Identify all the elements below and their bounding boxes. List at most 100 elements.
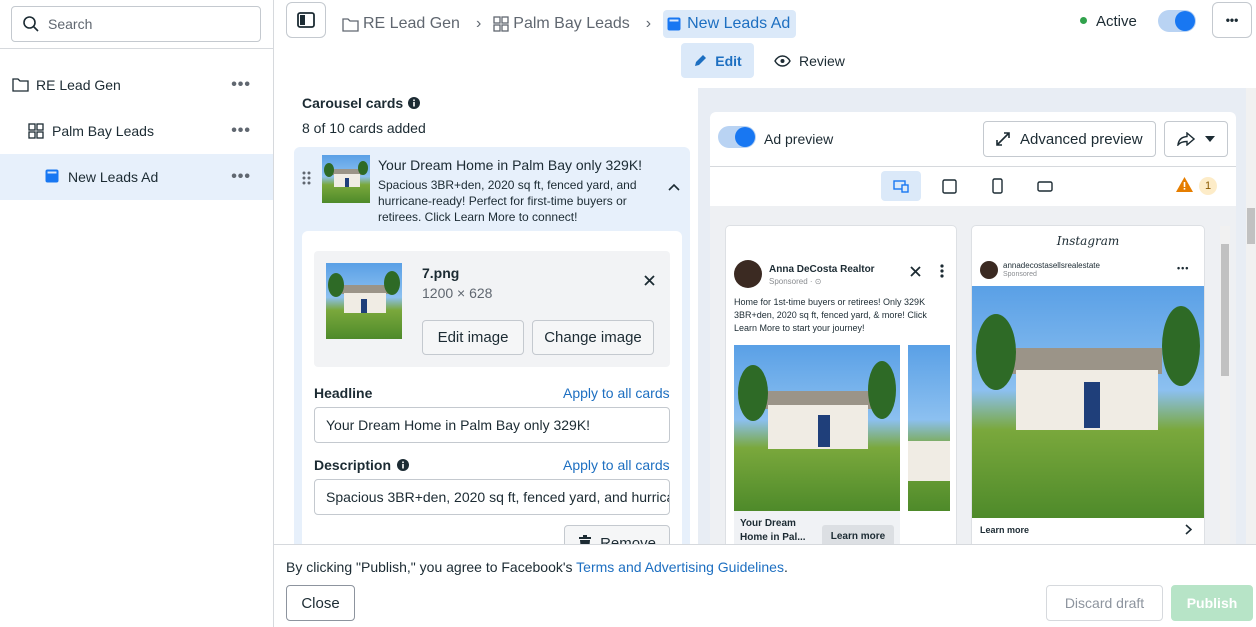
more-vertical-icon	[940, 264, 944, 278]
preview-card: Ad preview Advanced preview 1 Anna DeCos…	[710, 112, 1236, 544]
sidebar-item-re-lead-gen[interactable]: RE Lead Gen •••	[0, 62, 273, 108]
toggle-sidebar-button[interactable]	[286, 2, 326, 38]
image-box: 7.png 1200 × 628 Edit image Change image	[314, 251, 670, 367]
fb-carousel-image	[734, 345, 900, 511]
fb-next-card-image	[908, 345, 950, 511]
tab-review[interactable]: Review	[774, 43, 848, 78]
all-placements-button[interactable]	[881, 171, 921, 201]
chevron-right-icon	[1185, 524, 1192, 535]
preview-scrollbar[interactable]	[1220, 226, 1230, 544]
description-input[interactable]: Spacious 3BR+den, 2020 sq ft, fenced yar…	[314, 479, 670, 515]
avatar	[734, 260, 762, 288]
more-icon[interactable]: •••	[231, 122, 251, 140]
ad-preview-label: Ad preview	[764, 131, 834, 147]
fb-card-headline: Your Dream Home in Pal...	[740, 518, 806, 543]
discard-draft-button[interactable]: Discard draft	[1046, 585, 1163, 621]
breadcrumb-label: New Leads Ad	[687, 15, 791, 32]
instagram-feed-preview: Instagram annadecostasellsrealestate Spo…	[972, 226, 1204, 544]
grid-icon	[493, 16, 509, 32]
edit-image-button[interactable]: Edit image	[422, 320, 524, 355]
card-editor-panel: 7.png 1200 × 628 Edit image Change image…	[302, 231, 682, 544]
folder-icon	[342, 17, 359, 32]
drag-handle-icon[interactable]	[302, 171, 311, 185]
expand-icon	[996, 132, 1010, 146]
fb-learn-more-button: Learn more	[822, 525, 894, 544]
status-dot	[1080, 17, 1087, 24]
more-icon[interactable]: •••	[231, 168, 251, 186]
info-icon[interactable]	[397, 459, 410, 471]
warning-icon[interactable]	[1176, 177, 1193, 192]
share-menu-button[interactable]	[1164, 121, 1228, 157]
search-input[interactable]: Search	[11, 6, 261, 42]
sidebar: Search RE Lead Gen ••• Palm Bay Leads ••…	[0, 0, 274, 627]
ad-preview-panel: Ad preview Advanced preview 1 Anna DeCos…	[698, 88, 1246, 544]
change-image-button[interactable]: Change image	[532, 320, 654, 355]
sidebar-panel-icon	[297, 12, 315, 28]
vertical-format-icon[interactable]	[992, 178, 1003, 194]
pencil-icon	[693, 53, 708, 68]
publish-notice: By clicking "Publish," you agree to Face…	[286, 559, 788, 575]
status-label: Active	[1096, 13, 1137, 30]
avatar	[980, 261, 998, 279]
status-toggle[interactable]	[1158, 10, 1196, 32]
publish-button[interactable]: Publish	[1171, 585, 1253, 621]
chevron-up-icon[interactable]	[668, 183, 680, 191]
image-dimensions: 1200 × 628	[422, 285, 493, 301]
remove-label: Remove	[600, 534, 656, 545]
terms-link[interactable]: Terms and Advertising Guidelines	[576, 559, 784, 575]
remove-card-button[interactable]: Remove	[564, 525, 670, 544]
description-label-row: Description	[314, 457, 410, 473]
tab-edit[interactable]: Edit	[681, 43, 754, 78]
fb-primary-text: Home for 1st-time buyers or retirees! On…	[734, 297, 927, 333]
card-headline: Your Dream Home in Palm Bay only 329K!	[378, 157, 643, 173]
breadcrumb-palm-bay-leads[interactable]: Palm Bay Leads	[513, 15, 630, 33]
description-label: Description	[314, 457, 392, 473]
facebook-feed-preview: Anna DeCosta Realtor Sponsored · ⊙ Home …	[726, 226, 956, 544]
close-icon[interactable]	[644, 275, 655, 286]
horizontal-format-icon[interactable]	[1037, 181, 1053, 192]
warning-count-badge: 1	[1199, 177, 1217, 195]
placements-area: Anna DeCosta Realtor Sponsored · ⊙ Home …	[710, 206, 1236, 544]
more-icon: •••	[1177, 263, 1190, 273]
ad-preview-toggle[interactable]	[718, 126, 756, 148]
more-options-button[interactable]: •••	[1212, 2, 1252, 38]
sidebar-item-label: RE Lead Gen	[36, 77, 121, 93]
top-header: RE Lead Gen › Palm Bay Leads › New Leads…	[274, 0, 1256, 88]
breadcrumb-re-lead-gen[interactable]: RE Lead Gen	[363, 15, 460, 33]
search-icon	[22, 15, 40, 33]
more-icon[interactable]: •••	[231, 76, 251, 94]
grid-icon	[28, 123, 44, 139]
advanced-preview-button[interactable]: Advanced preview	[983, 121, 1156, 157]
folder-icon	[12, 77, 29, 92]
card-description: Spacious 3BR+den, 2020 sq ft, fenced yar…	[378, 178, 637, 224]
tab-label: Review	[799, 52, 845, 69]
square-format-icon[interactable]	[942, 179, 957, 194]
info-icon[interactable]	[408, 97, 421, 109]
apply-all-description-link[interactable]: Apply to all cards	[563, 457, 670, 473]
sidebar-item-new-leads-ad[interactable]: New Leads Ad •••	[0, 154, 273, 200]
trash-icon	[578, 535, 592, 544]
close-button[interactable]: Close	[286, 585, 355, 621]
headline-input[interactable]: Your Dream Home in Palm Bay only 329K!	[314, 407, 670, 443]
breadcrumb: RE Lead Gen › Palm Bay Leads › New Leads…	[342, 10, 797, 38]
image-thumbnail	[326, 263, 402, 339]
ig-carousel-image	[972, 286, 1204, 518]
eye-icon	[774, 54, 791, 67]
apply-all-headline-link[interactable]: Apply to all cards	[563, 385, 670, 401]
caret-down-icon	[1205, 136, 1215, 142]
sidebar-item-palm-bay-leads[interactable]: Palm Bay Leads •••	[0, 108, 273, 154]
image-filename: 7.png	[422, 265, 460, 281]
ig-account: annadecostasellsrealestate	[1003, 261, 1100, 270]
ad-icon	[45, 169, 59, 183]
chevron-right-icon: ›	[475, 15, 482, 32]
sidebar-divider	[0, 48, 273, 49]
ig-learn-more-link: Learn more	[980, 525, 1030, 535]
breadcrumb-new-leads-ad[interactable]: New Leads Ad	[663, 10, 797, 38]
fb-sponsored: Sponsored · ⊙	[769, 277, 822, 286]
advanced-preview-label: Advanced preview	[1020, 130, 1143, 148]
card-count: 8 of 10 cards added	[302, 120, 426, 136]
main-scrollbar[interactable]	[1246, 88, 1256, 544]
carousel-card: Your Dream Home in Palm Bay only 329K! S…	[294, 147, 690, 544]
headline-label: Headline	[314, 385, 373, 401]
tab-label: Edit	[715, 52, 742, 69]
